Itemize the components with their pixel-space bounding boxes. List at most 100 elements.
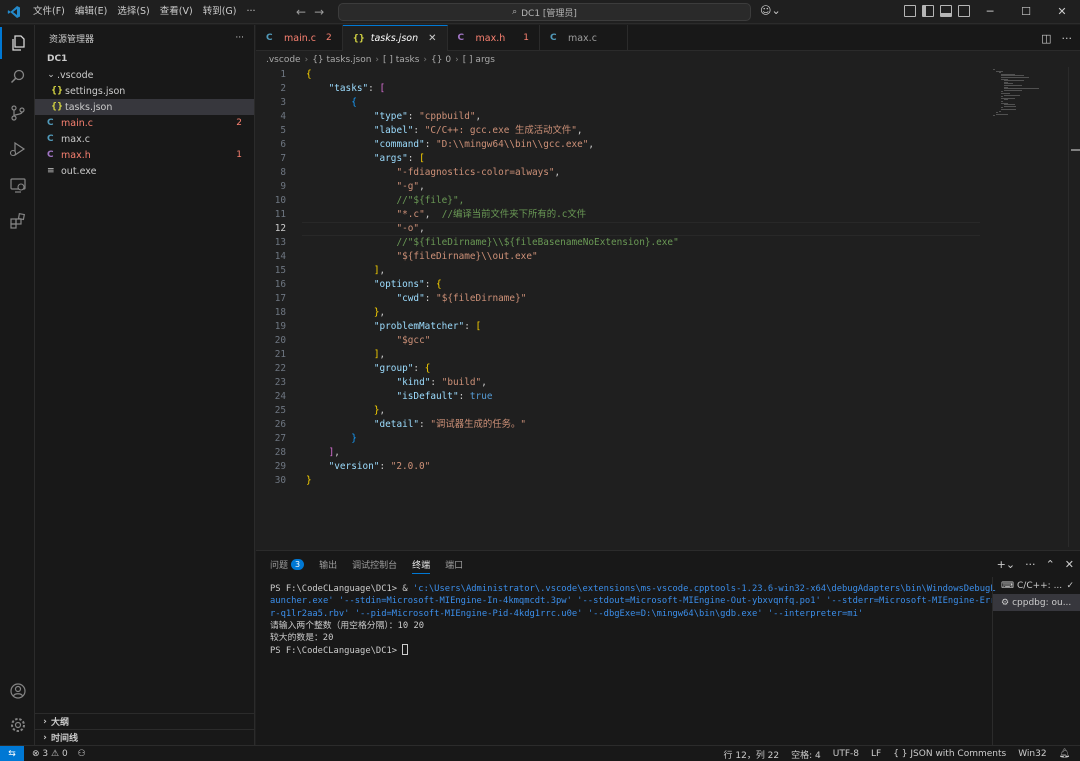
close-icon[interactable]: ✕: [428, 33, 436, 44]
terminal-instance-debug[interactable]: ⚙ cppdbg: ou...: [993, 594, 1080, 611]
code-line[interactable]: 24 "isDefault": true: [256, 390, 980, 404]
tab-output[interactable]: 输出: [319, 551, 337, 577]
command-center[interactable]: ⌕ DC1 [管理员]: [338, 3, 751, 21]
forward-arrow-icon[interactable]: →: [314, 5, 324, 19]
terminal-instance-build[interactable]: ⌨ C/C++: ... ✓: [993, 577, 1080, 594]
code-line[interactable]: 18 },: [256, 306, 980, 320]
workspace-root[interactable]: DC1: [35, 51, 254, 67]
code-line[interactable]: 10 //"${file}",: [256, 194, 980, 208]
maximize-button[interactable]: ☐: [1008, 0, 1044, 24]
close-panel-icon[interactable]: ✕: [1065, 558, 1074, 571]
code-line[interactable]: 3 {: [256, 96, 980, 110]
tab-terminal[interactable]: 终端: [412, 551, 431, 577]
menu-edit[interactable]: 编辑(E): [70, 0, 112, 24]
timeline-section[interactable]: › 时间线: [35, 729, 255, 745]
encoding-status[interactable]: UTF-8: [833, 749, 859, 759]
code-line[interactable]: 21 ],: [256, 348, 980, 362]
code-line[interactable]: 4 "type": "cppbuild",: [256, 110, 980, 124]
code-editor[interactable]: 1{2 "tasks": [3 {4 "type": "cppbuild", 5 …: [256, 67, 980, 487]
platform-status[interactable]: Win32: [1018, 749, 1046, 759]
breadcrumb-item[interactable]: [ ] tasks: [383, 55, 419, 65]
account-icon[interactable]: [0, 675, 35, 707]
tree-item-settings-json[interactable]: {} settings.json: [35, 83, 254, 99]
search-icon[interactable]: [0, 61, 35, 93]
indentation-status[interactable]: 空格: 4: [791, 748, 821, 761]
breadcrumb-item[interactable]: {} 0: [431, 55, 451, 65]
language-mode[interactable]: { } JSON with Comments: [893, 749, 1006, 759]
tab-max-h[interactable]: C max.h 1: [448, 25, 540, 51]
cursor-position[interactable]: 行 12，列 22: [724, 748, 780, 761]
terminal-output[interactable]: PS F:\CodeCLanguage\DC1> & 'c:\Users\Adm…: [270, 583, 1001, 658]
close-window-button[interactable]: ✕: [1044, 0, 1080, 24]
editor-scrollbar[interactable]: [1068, 67, 1080, 547]
tab-problems[interactable]: 问题 3: [270, 551, 305, 577]
toggle-panel-icon[interactable]: [940, 5, 952, 17]
tab-debug-console[interactable]: 调试控制台: [352, 551, 397, 577]
remote-indicator-icon[interactable]: ⇆: [0, 745, 24, 761]
menu-more[interactable]: ···: [241, 0, 260, 24]
notifications-bell-icon[interactable]: 🔔︎: [1059, 749, 1070, 759]
extensions-icon[interactable]: [0, 205, 35, 237]
tree-item-max-c[interactable]: C max.c: [35, 131, 254, 147]
remote-explorer-icon[interactable]: [0, 169, 35, 201]
code-line[interactable]: 7 "args": [: [256, 152, 980, 166]
settings-gear-icon[interactable]: [0, 709, 35, 741]
customize-layout-icon[interactable]: [904, 5, 916, 17]
outline-section[interactable]: › 大纲: [35, 713, 255, 729]
menu-file[interactable]: 文件(F): [28, 0, 70, 24]
code-line[interactable]: 23 "kind": "build",: [256, 376, 980, 390]
code-line[interactable]: 28 ],: [256, 446, 980, 460]
code-line[interactable]: 13 //"${fileDirname}\\${fileBasenameNoEx…: [256, 236, 980, 250]
maximize-panel-icon[interactable]: ⌃: [1046, 558, 1055, 571]
tab-tasks-json[interactable]: {} tasks.json ✕: [342, 25, 448, 51]
problems-status[interactable]: ⊗ 3 ⚠ 0: [32, 749, 68, 759]
toggle-sidebar-icon[interactable]: [922, 5, 934, 17]
eol-status[interactable]: LF: [871, 749, 881, 759]
code-line[interactable]: 1{: [256, 68, 980, 82]
tab-main-c[interactable]: C main.c 2: [256, 25, 343, 51]
tree-item-max-h[interactable]: C max.h 1: [35, 147, 254, 163]
menu-go[interactable]: 转到(G): [198, 0, 242, 24]
code-line[interactable]: 22 "group": {: [256, 362, 980, 376]
code-line[interactable]: 9 "-g",: [256, 180, 980, 194]
code-line[interactable]: 25 },: [256, 404, 980, 418]
copilot-icon[interactable]: ☺⌄: [760, 4, 781, 17]
debug-status-icon[interactable]: ⚇: [78, 749, 86, 759]
code-line[interactable]: 12 "-o",: [256, 222, 980, 236]
code-line[interactable]: 19 "problemMatcher": [: [256, 320, 980, 334]
code-line[interactable]: 2 "tasks": [: [256, 82, 980, 96]
more-actions-icon[interactable]: ···: [1025, 558, 1036, 571]
code-line[interactable]: 6 "command": "D:\\mingw64\\bin\\gcc.exe"…: [256, 138, 980, 152]
tree-item-main-c[interactable]: C main.c 2: [35, 115, 254, 131]
code-line[interactable]: 29 "version": "2.0.0": [256, 460, 980, 474]
tree-item-out-exe[interactable]: ≡ out.exe: [35, 163, 254, 179]
back-arrow-icon[interactable]: ←: [296, 5, 306, 19]
code-line[interactable]: 27 }: [256, 432, 980, 446]
code-line[interactable]: 15 ],: [256, 264, 980, 278]
code-line[interactable]: 30}: [256, 474, 980, 488]
code-line[interactable]: 11 "*.c", //编译当前文件夹下所有的.c文件: [256, 208, 980, 222]
new-terminal-icon[interactable]: +⌄: [997, 558, 1015, 571]
tab-max-c[interactable]: C max.c: [540, 25, 628, 51]
code-line[interactable]: 5 "label": "C/C++: gcc.exe 生成活动文件",: [256, 124, 980, 138]
breadcrumb-item[interactable]: [ ] args: [463, 55, 495, 65]
run-debug-icon[interactable]: [0, 133, 35, 165]
minimap[interactable]: [985, 67, 1065, 127]
code-line[interactable]: 26 "detail": "调试器生成的任务。": [256, 418, 980, 432]
tab-ports[interactable]: 端口: [445, 551, 463, 577]
minimize-button[interactable]: ─: [972, 0, 1008, 24]
more-actions-icon[interactable]: ···: [235, 33, 244, 43]
breadcrumb-item[interactable]: .vscode: [266, 55, 301, 65]
code-line[interactable]: 14 "${fileDirname}\\out.exe": [256, 250, 980, 264]
toggle-secondary-sidebar-icon[interactable]: [958, 5, 970, 17]
more-actions-icon[interactable]: ···: [1062, 32, 1073, 45]
code-line[interactable]: 8 "-fdiagnostics-color=always",: [256, 166, 980, 180]
menu-view[interactable]: 查看(V): [155, 0, 198, 24]
code-line[interactable]: 16 "options": {: [256, 278, 980, 292]
explorer-icon[interactable]: [0, 27, 35, 59]
source-control-icon[interactable]: [0, 97, 35, 129]
tree-item-tasks-json[interactable]: {} tasks.json: [35, 99, 254, 115]
menu-selection[interactable]: 选择(S): [112, 0, 154, 24]
breadcrumb-item[interactable]: {} tasks.json: [312, 55, 371, 65]
code-line[interactable]: 20 "$gcc": [256, 334, 980, 348]
